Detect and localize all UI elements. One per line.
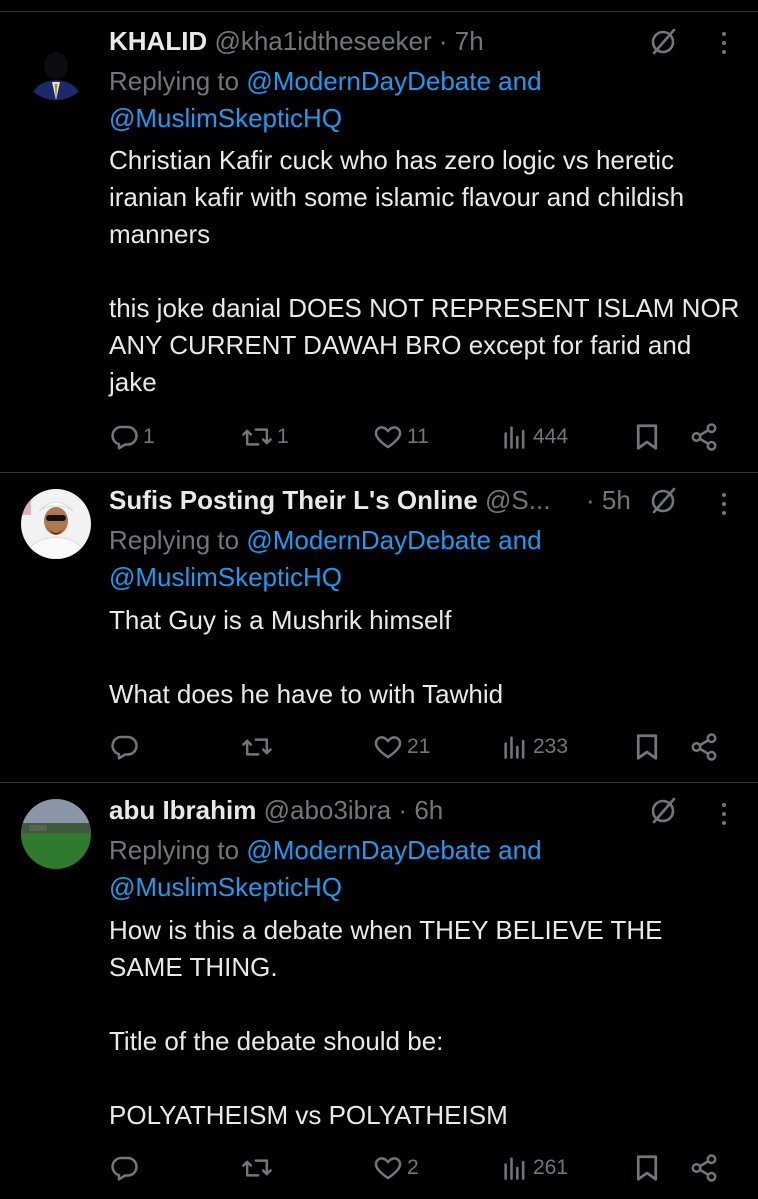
tweet-header: abu Ibrahim @abo3ibra · 6h <box>109 795 658 825</box>
replying-to: Replying to @ModernDayDebate and @Muslim… <box>109 832 738 906</box>
mention-link[interactable]: @MuslimSkepticHQ <box>109 103 342 133</box>
retweet-arrows-icon <box>242 738 272 756</box>
replying-to: Replying to @ModernDayDebate and @Muslim… <box>109 63 738 137</box>
more-options-icon[interactable] <box>714 799 734 829</box>
bookmark-icon <box>636 424 658 450</box>
user-handle[interactable]: @S... <box>485 485 550 515</box>
speech-bubble-icon <box>111 425 138 450</box>
bookmark-icon <box>636 734 658 760</box>
tweet-time: · 5h <box>586 485 648 515</box>
retweet-button[interactable]: 1 <box>241 421 289 453</box>
bar-chart-icon <box>504 736 525 759</box>
avatar[interactable] <box>21 489 91 559</box>
more-options-icon[interactable] <box>714 28 734 58</box>
view-count: 444 <box>533 425 569 448</box>
retweet-button[interactable] <box>241 1152 277 1184</box>
views-button[interactable]: 233 <box>501 731 568 763</box>
avatar[interactable] <box>21 799 91 869</box>
heart-icon <box>374 1157 402 1180</box>
display-name[interactable]: KHALID <box>109 26 207 56</box>
separator-dot: · <box>398 795 408 825</box>
like-count: 21 <box>407 735 431 758</box>
mention-link[interactable]: @ModernDayDebate and <box>246 66 541 96</box>
grok-icon[interactable] <box>648 27 678 57</box>
share-button[interactable] <box>689 1152 719 1184</box>
tweet-3[interactable]: abu Ibrahim @abo3ibra · 6h Replying to @… <box>0 783 758 1199</box>
speech-bubble-icon <box>111 1156 138 1181</box>
timestamp[interactable]: 7h <box>455 26 484 56</box>
tweet-text: How is this a debate when THEY BELIEVE T… <box>109 915 663 1130</box>
user-handle[interactable]: @abo3ibra <box>264 795 392 825</box>
tweet-text: That Guy is a Mushrik himself What does … <box>109 605 504 709</box>
retweet-count: 1 <box>277 425 289 448</box>
share-button[interactable] <box>689 731 719 763</box>
replying-to: Replying to @ModernDayDebate and @Muslim… <box>109 522 738 596</box>
heart-icon <box>374 736 402 759</box>
like-button[interactable]: 21 <box>373 731 430 763</box>
views-button[interactable]: 261 <box>501 1152 568 1184</box>
views-button[interactable]: 444 <box>501 421 568 453</box>
retweet-arrows-icon <box>242 428 272 446</box>
bookmark-button[interactable] <box>634 731 660 763</box>
bar-chart-icon <box>504 1157 525 1180</box>
share-button[interactable] <box>689 421 719 453</box>
replying-to-label: Replying to <box>109 66 240 96</box>
separator-dot: · <box>438 26 448 56</box>
action-bar: 21 233 <box>109 731 738 763</box>
tweet-2[interactable]: Sufis Posting Their L's Online @S... · 5… <box>0 473 758 783</box>
replying-to-label: Replying to <box>109 525 240 555</box>
like-button[interactable]: 2 <box>373 1152 419 1184</box>
tweet-header: KHALID @kha1idtheseeker · 7h <box>109 26 658 56</box>
bar-chart-icon <box>504 426 525 449</box>
share-icon <box>691 733 717 761</box>
reply-button[interactable]: 1 <box>109 421 155 453</box>
action-bar: 1 1 11 444 <box>109 421 738 453</box>
grok-icon[interactable] <box>648 796 678 826</box>
like-button[interactable]: 11 <box>373 421 429 453</box>
reply-button[interactable] <box>109 1152 143 1184</box>
bookmark-icon <box>636 1155 658 1181</box>
retweet-arrows-icon <box>242 1159 272 1177</box>
reply-count: 1 <box>143 425 155 448</box>
mention-link[interactable]: @ModernDayDebate and <box>246 835 541 865</box>
like-count: 2 <box>407 1156 419 1179</box>
tweet-header: Sufis Posting Their L's Online @S... <box>109 485 590 515</box>
mention-link[interactable]: @MuslimSkepticHQ <box>109 872 342 902</box>
timestamp[interactable]: 5h <box>602 485 631 515</box>
tweet-text: Christian Kafir cuck who has zero logic … <box>109 145 740 397</box>
user-handle[interactable]: @kha1idtheseeker <box>214 26 431 56</box>
retweet-button[interactable] <box>241 731 277 763</box>
like-count: 11 <box>407 425 429 448</box>
action-bar: 2 261 <box>109 1152 738 1184</box>
timestamp[interactable]: 6h <box>414 795 443 825</box>
mention-link[interactable]: @MuslimSkepticHQ <box>109 562 342 592</box>
share-icon <box>691 1154 717 1182</box>
more-options-icon[interactable] <box>714 489 734 519</box>
separator-dot: · <box>586 485 595 515</box>
speech-bubble-icon <box>111 735 138 760</box>
heart-icon <box>374 426 402 449</box>
display-name[interactable]: abu Ibrahim <box>109 795 256 825</box>
bookmark-button[interactable] <box>634 1152 660 1184</box>
display-name[interactable]: Sufis Posting Their L's Online <box>109 485 478 515</box>
grok-icon[interactable] <box>648 486 678 516</box>
view-count: 233 <box>533 735 569 758</box>
tweet-1[interactable]: KHALID @kha1idtheseeker · 7h Replying to… <box>0 12 758 473</box>
view-count: 261 <box>533 1156 569 1179</box>
bookmark-button[interactable] <box>634 421 660 453</box>
share-icon <box>691 423 717 451</box>
avatar[interactable] <box>21 30 91 100</box>
replying-to-label: Replying to <box>109 835 240 865</box>
mention-link[interactable]: @ModernDayDebate and <box>246 525 541 555</box>
reply-button[interactable] <box>109 731 143 763</box>
